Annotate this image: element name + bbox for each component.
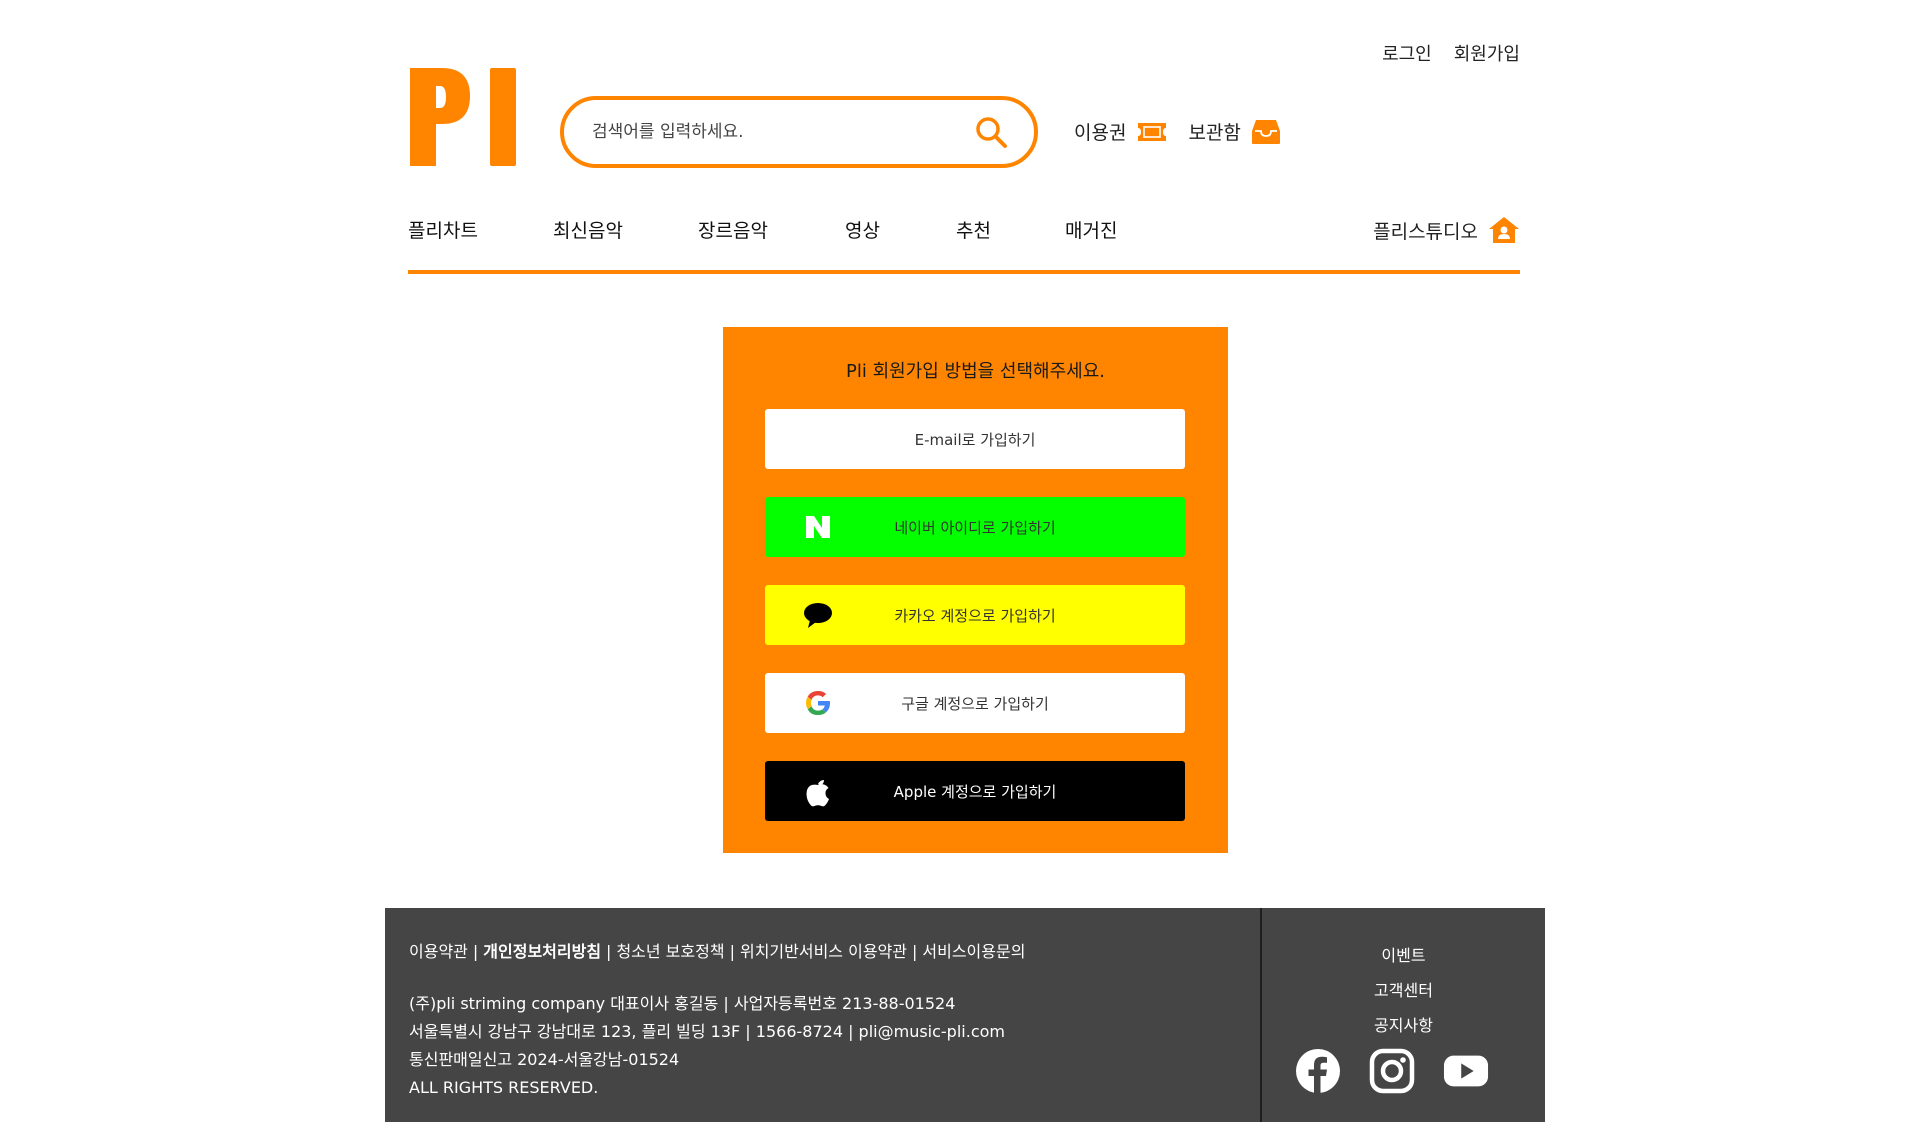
footer-link-privacy[interactable]: 개인정보처리방침 [483, 942, 601, 961]
naver-signup-label: 네이버 아이디로 가입하기 [894, 518, 1056, 537]
ticket-link[interactable]: 이용권 [1074, 118, 1168, 145]
nav-item-video[interactable]: 영상 [845, 216, 880, 243]
footer-link-notice[interactable]: 공지사항 [1262, 1008, 1545, 1043]
footer-info: 이용약관 | 개인정보처리방침 | 청소년 보호정책 | 위치기반서비스 이용약관 | 서비스이… [409, 938, 1025, 1102]
nav-item-magazine[interactable]: 매거진 [1065, 216, 1117, 243]
footer-link-support[interactable]: 고객센터 [1262, 973, 1545, 1008]
signup-panel: Pli 회원가입 방법을 선택해주세요. E-mail로 가입하기 네이버 아이… [723, 327, 1228, 853]
signup-title: Pli 회원가입 방법을 선택해주세요. [845, 361, 1106, 382]
youtube-icon[interactable] [1443, 1048, 1489, 1094]
storage-label: 보관함 [1188, 122, 1241, 144]
nav-item-chart[interactable]: 플리차트 [408, 216, 478, 243]
company-info: (주)pli striming company 대표이사 홍길동 | 사업자등록… [409, 990, 1025, 1102]
email-signup-label: E-mail로 가입하기 [914, 430, 1036, 449]
instagram-icon[interactable] [1369, 1048, 1415, 1094]
kakao-signup-button[interactable]: 카카오 계정으로 가입하기 [765, 585, 1185, 645]
naver-icon [803, 512, 833, 542]
footer-links: 이용약관 | 개인정보처리방침 | 청소년 보호정책 | 위치기반서비스 이용약관 | 서비스이… [409, 942, 1026, 961]
search-icon[interactable] [974, 115, 1008, 149]
inbox-icon [1251, 119, 1280, 144]
google-signup-label: 구글 계정으로 가입하기 [901, 694, 1049, 713]
google-signup-button[interactable]: 구글 계정으로 가입하기 [765, 673, 1185, 733]
home-user-icon [1489, 217, 1519, 243]
logo-mark [410, 68, 516, 166]
footer: 이용약관 | 개인정보처리방침 | 청소년 보호정책 | 위치기반서비스 이용약관 | 서비스이… [385, 908, 1545, 1122]
footer-link-inquiry[interactable]: 서비스이용문의 [922, 942, 1025, 961]
logo[interactable] [408, 66, 518, 168]
kakao-chat-icon [803, 600, 833, 630]
search-input[interactable] [592, 122, 974, 142]
kakao-signup-label: 카카오 계정으로 가입하기 [894, 606, 1056, 625]
apple-signup-button[interactable]: Apple 계정으로 가입하기 [765, 761, 1185, 821]
footer-right-links: 이벤트 고객센터 공지사항 [1262, 938, 1545, 1043]
registration-line: 통신판매일신고 2024-서울강남-01524 [409, 1050, 680, 1069]
quick-links: 이용권 보관함 [1074, 118, 1281, 145]
nav-item-genre[interactable]: 장르음악 [698, 216, 768, 243]
nav-item-latest[interactable]: 최신음악 [553, 216, 623, 243]
facebook-icon[interactable] [1295, 1048, 1341, 1094]
google-icon [803, 688, 833, 718]
footer-link-event[interactable]: 이벤트 [1262, 938, 1545, 973]
rights-line: ALL RIGHTS RESERVED. [409, 1078, 599, 1097]
signup-link[interactable]: 회원가입 [1454, 40, 1520, 66]
search-bar [560, 96, 1038, 168]
ticket-label: 이용권 [1074, 122, 1127, 144]
footer-link-location[interactable]: 위치기반서비스 이용약관 [740, 942, 907, 961]
naver-signup-button[interactable]: 네이버 아이디로 가입하기 [765, 497, 1185, 557]
apple-signup-label: Apple 계정으로 가입하기 [893, 782, 1057, 801]
social-links [1295, 1048, 1489, 1094]
main-nav: 플리차트 최신음악 장르음악 영상 추천 매거진 플리스튜디오 [408, 216, 1520, 274]
login-link[interactable]: 로그인 [1382, 40, 1432, 66]
footer-link-youth[interactable]: 청소년 보호정책 [616, 942, 724, 961]
ticket-icon [1138, 122, 1167, 141]
studio-label: 플리스튜디오 [1373, 220, 1478, 243]
footer-link-terms[interactable]: 이용약관 [409, 942, 468, 961]
nav-studio-link[interactable]: 플리스튜디오 [1373, 216, 1520, 244]
storage-link[interactable]: 보관함 [1188, 118, 1280, 145]
address-line: 서울특별시 강남구 강남대로 123, 플리 빌딩 13F | 1566-872… [409, 1022, 1005, 1041]
apple-icon [803, 776, 833, 807]
nav-item-recommend[interactable]: 추천 [956, 216, 991, 243]
company-line: (주)pli striming company 대표이사 홍길동 | 사업자등록… [409, 994, 956, 1013]
email-signup-button[interactable]: E-mail로 가입하기 [765, 409, 1185, 469]
top-links: 로그인 회원가입 [1382, 40, 1520, 66]
